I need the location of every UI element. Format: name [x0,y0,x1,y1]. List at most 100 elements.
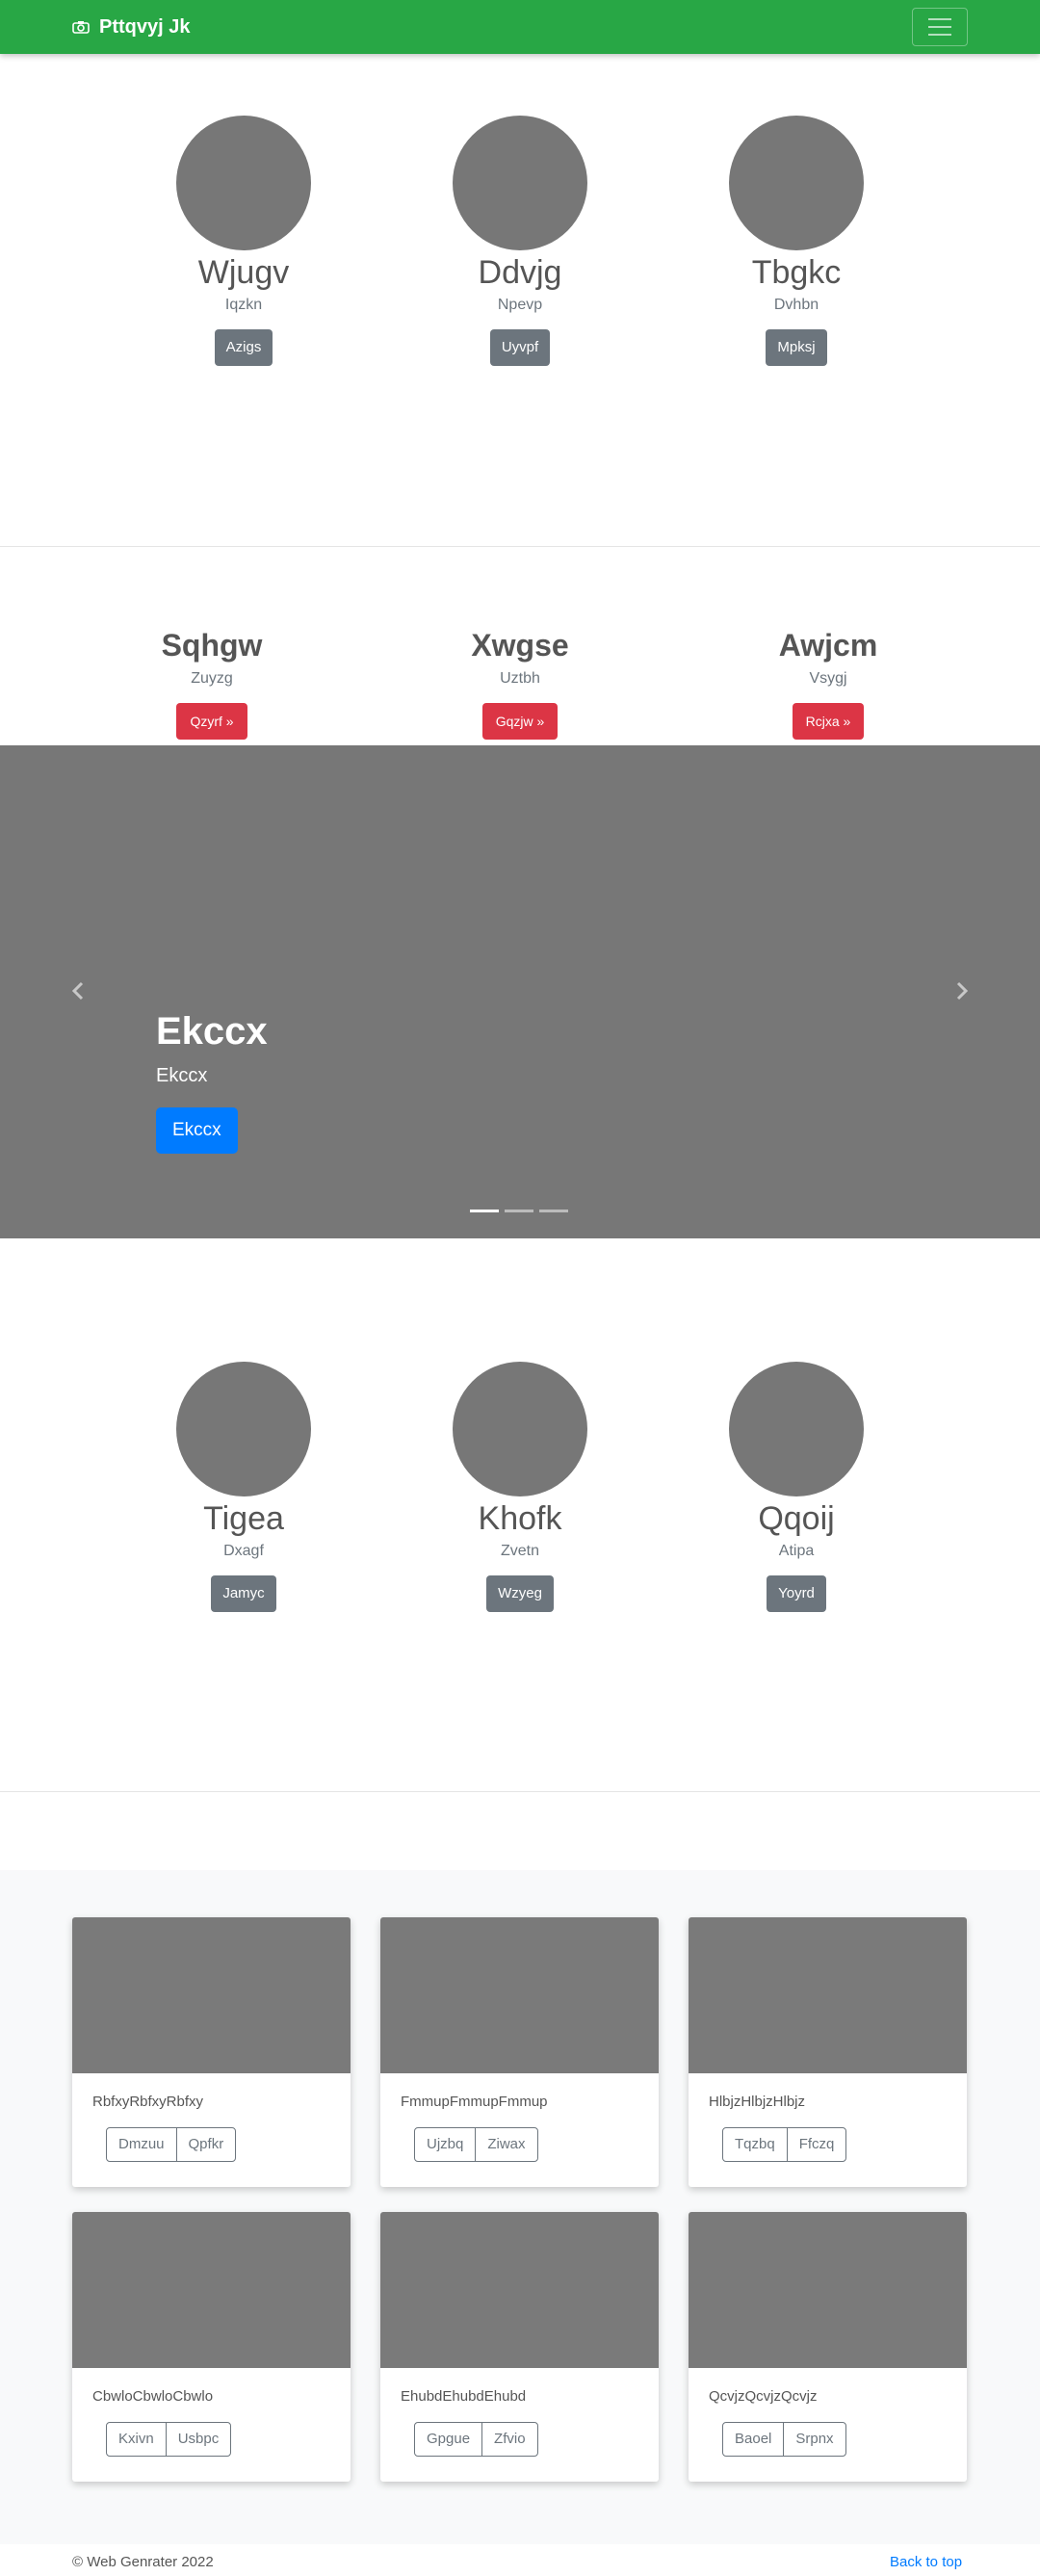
feature-title: Sqhgw [161,628,263,663]
card-button-2[interactable]: Srpnx [783,2422,846,2457]
album-card: QcvjzQcvjzQcvjz Baoel Srpnx [689,2212,967,2482]
avatar [453,116,587,250]
member-button[interactable]: Yoyrd [767,1575,826,1612]
carousel-button[interactable]: Ekccx [156,1107,238,1154]
card-thumbnail [380,2212,659,2368]
hamburger-icon [928,18,951,20]
card-button-1[interactable]: Baoel [722,2422,785,2457]
card-text: HlbjzHlbjzHlbjz [709,2094,806,2110]
team-member: Tigea Dxagf Jamyc [147,1362,340,1612]
card-thumbnail [72,2212,351,2368]
member-button[interactable]: Wzyeg [486,1575,554,1612]
card-button-2[interactable]: Zfvio [481,2422,538,2457]
member-button[interactable]: Uyvpf [489,329,551,366]
card-button-group: Kxivn Usbpc [106,2422,232,2457]
card-button-1[interactable]: Dmzuu [106,2127,177,2162]
footer-copyright: © Web Genrater 2022 [72,2554,214,2570]
member-button[interactable]: Jamyc [211,1575,276,1612]
carousel-indicator-2[interactable] [505,1210,533,1212]
member-button[interactable]: Mpksj [766,329,827,366]
avatar [729,116,864,250]
member-role: Atipa [778,1543,815,1559]
card-thumbnail [689,1917,967,2073]
navbar: Pttqvyj Jk [0,0,1040,54]
avatar [729,1362,864,1496]
album-card: FmmupFmmupFmmup Ujzbq Ziwax [380,1917,659,2187]
card-button-1[interactable]: Gpgue [414,2422,483,2457]
carousel-indicator-3[interactable] [539,1210,568,1212]
card-text: CbwloCbwloCbwlo [92,2388,214,2405]
brand-name: Pttqvyj Jk [99,15,191,38]
team-member: Ddvjg Npevp Uyvpf [424,116,616,366]
team-member: Qqoij Atipa Yoyrd [700,1362,893,1612]
album-card: RbfxyRbfxyRbfxy Dmzuu Qpfkr [72,1917,351,2187]
carousel: Ekccx Ekccx Ekccx [0,745,1040,1238]
member-name: Wjugv [197,254,290,291]
carousel-title: Ekccx [156,1010,268,1053]
feature-subtitle: Zuyzg [191,670,233,687]
card-button-1[interactable]: Kxivn [106,2422,167,2457]
carousel-subtitle: Ekccx [156,1065,208,1086]
feature-subtitle: Uztbh [500,670,540,687]
card-button-group: Gpgue Zfvio [414,2422,538,2457]
team-member: Khofk Zvetn Wzyeg [424,1362,616,1612]
chevron-left-icon[interactable] [64,976,92,1005]
navbar-toggler-button[interactable] [912,8,968,46]
team-member: Tbgkc Dvhbn Mpksj [700,116,893,366]
card-button-2[interactable]: Ziwax [475,2127,538,2162]
card-button-group: Dmzuu Qpfkr [106,2127,237,2162]
member-name: Ddvjg [478,254,562,291]
avatar [453,1362,587,1496]
member-name: Qqoij [758,1500,835,1537]
carousel-caption: Ekccx Ekccx Ekccx [156,1007,268,1154]
avatar [176,116,311,250]
member-role: Dxagf [223,1543,264,1559]
back-to-top-link[interactable]: Back to top [890,2553,962,2572]
team-member: Wjugv Iqzkn Azigs [147,116,340,366]
card-button-1[interactable]: Ujzbq [414,2127,477,2162]
card-button-group: Tqzbq Ffczq [722,2127,847,2162]
member-role: Npevp [497,297,543,313]
card-text: EhubdEhubdEhubd [401,2388,527,2405]
card-text: RbfxyRbfxyRbfxy [92,2094,204,2110]
section-divider [0,546,1040,547]
card-thumbnail [72,1917,351,2073]
member-name: Tbgkc [751,254,842,291]
card-button-group: Ujzbq Ziwax [414,2127,538,2162]
card-text: FmmupFmmupFmmup [401,2094,548,2110]
member-name: Tigea [203,1500,284,1537]
avatar [176,1362,311,1496]
section-divider [0,1791,1040,1792]
card-button-group: Baoel Srpnx [722,2422,846,2457]
album-card: HlbjzHlbjzHlbjz Tqzbq Ffczq [689,1917,967,2187]
carousel-indicators [470,1210,568,1212]
card-button-2[interactable]: Ffczq [786,2127,847,2162]
member-role: Dvhbn [773,297,819,313]
navbar-brand[interactable]: Pttqvyj Jk [72,0,190,54]
card-button-2[interactable]: Qpfkr [175,2127,237,2162]
card-button-2[interactable]: Usbpc [165,2422,232,2457]
album-card: CbwloCbwloCbwlo Kxivn Usbpc [72,2212,351,2482]
feature-button[interactable]: Gqzjw » [481,703,559,740]
camera-icon [72,21,90,34]
member-role: Zvetn [500,1543,539,1559]
card-text: QcvjzQcvjzQcvjz [709,2388,818,2405]
carousel-indicator-1[interactable] [470,1210,499,1212]
member-name: Khofk [478,1500,562,1537]
card-button-1[interactable]: Tqzbq [722,2127,788,2162]
feature-button[interactable]: Rcjxa » [792,703,865,740]
feature-column: Xwgse Uztbh Gqzjw » [395,626,645,740]
feature-button[interactable]: Qzyrf » [176,703,247,740]
album-section: RbfxyRbfxyRbfxy Dmzuu Qpfkr FmmupFmmupFm… [0,1870,1040,2544]
feature-title: Xwgse [471,628,569,663]
feature-subtitle: Vsygj [809,670,847,687]
album-card: EhubdEhubdEhubd Gpgue Zfvio [380,2212,659,2482]
chevron-right-icon[interactable] [948,976,976,1005]
member-role: Iqzkn [224,297,263,313]
feature-column: Awjcm Vsygj Rcjxa » [703,626,953,740]
card-thumbnail [689,2212,967,2368]
member-button[interactable]: Azigs [214,329,273,366]
card-thumbnail [380,1917,659,2073]
feature-column: Sqhgw Zuyzg Qzyrf » [87,626,337,740]
feature-title: Awjcm [778,628,878,663]
